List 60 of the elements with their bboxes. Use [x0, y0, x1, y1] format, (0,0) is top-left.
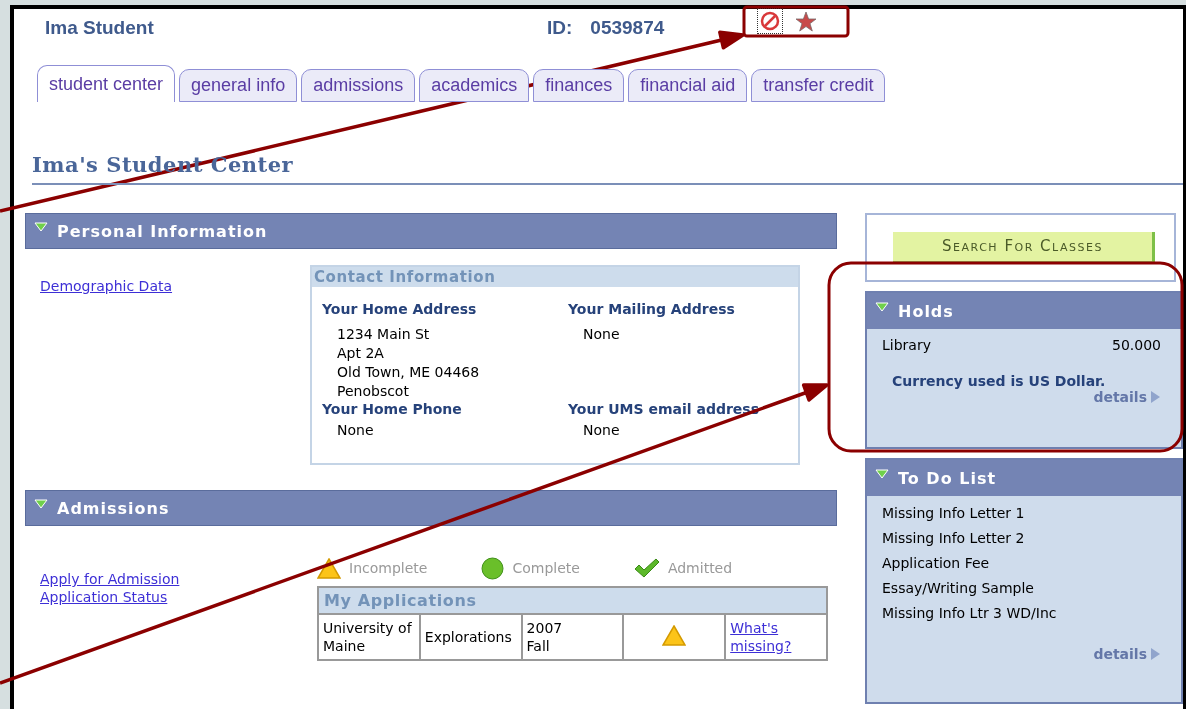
legend-label: Admitted: [667, 560, 733, 576]
admission-link[interactable]: Apply for Admission: [40, 570, 310, 588]
expanded-triangle-icon[interactable]: [34, 221, 48, 233]
table-cell: Explorations: [419, 614, 522, 660]
table-cell: 2007 Fall: [521, 614, 624, 660]
arrow-right-icon: [1150, 390, 1161, 404]
tab[interactable]: finances: [533, 69, 625, 102]
legend-label: Complete: [512, 560, 580, 576]
hold-amount: 50.000: [1112, 337, 1161, 353]
warning-triangle-icon: [317, 557, 341, 579]
warning-triangle-icon: [662, 624, 687, 646]
demographic-link[interactable]: Demographic Data: [40, 277, 310, 295]
student-id: 0539874: [590, 17, 666, 39]
panel-title: Holds: [898, 301, 954, 321]
section-title: Personal Information: [57, 221, 268, 241]
no-entry-icon[interactable]: [760, 11, 781, 31]
expanded-triangle-icon[interactable]: [34, 498, 48, 510]
todo-item: Essay/Writing Sample: [882, 579, 1035, 598]
field-value: None: [336, 421, 375, 440]
tab[interactable]: student center: [37, 65, 176, 102]
todo-item: Missing Info Letter 2: [882, 529, 1026, 548]
todo-item: Application Fee: [882, 554, 991, 573]
tab[interactable]: transfer credit: [751, 69, 886, 102]
expanded-triangle-icon[interactable]: [875, 301, 889, 313]
panel-header[interactable]: To Do List: [867, 460, 1181, 496]
table-cell: University of Maine: [318, 614, 420, 660]
panel-header[interactable]: Holds: [867, 293, 1181, 329]
legend-label: Incomplete: [349, 560, 428, 576]
student-name: Ima Student: [45, 17, 155, 39]
table-title: My Applications: [318, 587, 827, 614]
field-value: None: [582, 421, 621, 440]
arrow-right-icon: [1150, 647, 1161, 661]
tab[interactable]: financial aid: [628, 69, 748, 102]
hold-name: Library: [882, 337, 931, 353]
field-value: Apt 2A: [336, 344, 385, 363]
field-label: Your Home Address: [322, 301, 478, 317]
field-label: Your Home Phone: [322, 401, 463, 417]
panel-title: To Do List: [898, 468, 997, 488]
currency-note: Currency used is US Dollar.: [892, 373, 1107, 389]
field-value: None: [582, 325, 621, 344]
tab[interactable]: academics: [419, 69, 530, 102]
todo-item: Missing Info Letter 1: [882, 504, 1026, 523]
section-title: Admissions: [57, 498, 170, 518]
expanded-triangle-icon[interactable]: [875, 468, 889, 480]
todo-item: Missing Info Ltr 3 WD/Inc: [882, 604, 1058, 623]
section-header[interactable]: Personal Information: [25, 213, 837, 249]
panel-title: Contact Information: [312, 267, 798, 287]
checkmark-icon: [633, 558, 660, 578]
admission-link[interactable]: Application Status: [40, 588, 310, 606]
field-value: Old Town, ME 04468: [336, 363, 481, 382]
section-header[interactable]: Admissions: [25, 490, 837, 526]
id-label: ID:: [547, 17, 573, 39]
search-classes-button[interactable]: Search For Classes: [893, 231, 1155, 264]
filled-circle-icon: [481, 556, 505, 580]
field-label: Your Mailing Address: [568, 301, 736, 317]
field-value: 1234 Main St: [336, 325, 431, 344]
star-icon[interactable]: [795, 10, 818, 32]
tab[interactable]: admissions: [301, 69, 416, 102]
field-value: Penobscot: [336, 382, 410, 401]
tab[interactable]: general info: [179, 69, 298, 102]
